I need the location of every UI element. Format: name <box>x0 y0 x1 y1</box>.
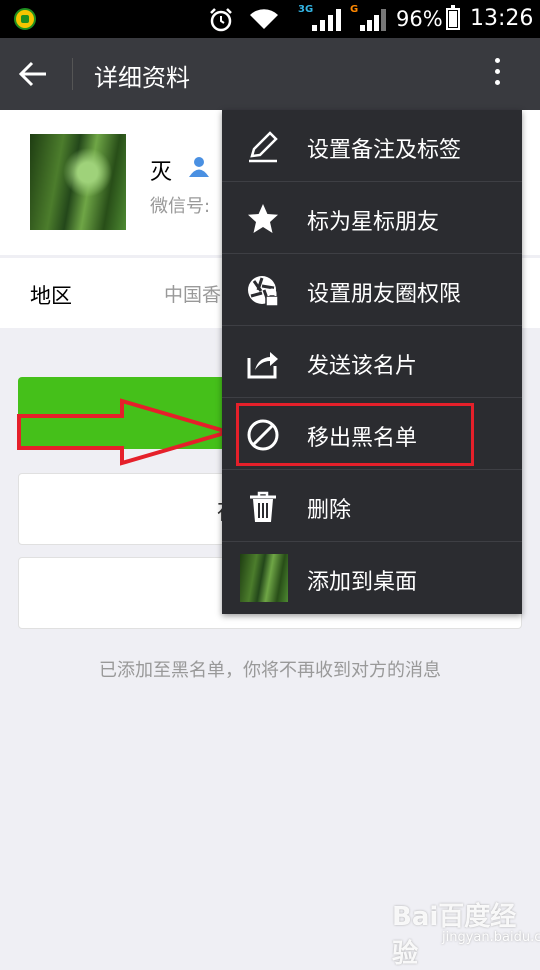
menu-item-label: 删除 <box>307 498 352 523</box>
menu-item-star[interactable]: 标为星标朋友 <box>222 182 522 254</box>
popup-menu: 设置备注及标签 标为星标朋友 设置朋友圈权限 发送该名片 移出黑名单 删除 添加… <box>222 110 522 614</box>
menu-item-label: 添加到桌面 <box>307 570 418 595</box>
arrow-left-icon[interactable] <box>18 60 48 88</box>
page-title: 详细资料 <box>94 64 190 92</box>
signal-icon <box>312 9 341 31</box>
thumbnail-icon <box>240 554 288 602</box>
status-bar: 3G G 96% 13:26 <box>0 0 540 38</box>
watermark-url: jingyan.baidu.com <box>442 930 540 945</box>
menu-item-set-remark[interactable]: 设置备注及标签 <box>222 110 522 182</box>
menu-item-delete[interactable]: 删除 <box>222 470 522 542</box>
menu-item-label: 设置备注及标签 <box>307 138 462 163</box>
annotation-arrow <box>17 398 236 466</box>
signal-icon-2 <box>360 9 386 31</box>
nickname: 灭 <box>150 160 173 185</box>
menu-item-label: 标为星标朋友 <box>307 210 440 235</box>
status-clock: 13:26 <box>470 6 534 31</box>
region-value: 中国香 <box>164 284 222 306</box>
share-icon <box>247 352 278 379</box>
trash-icon <box>250 491 276 522</box>
pencil-icon <box>249 131 278 163</box>
blacklist-note: 已添加至黑名单，你将不再收到对方的消息 <box>99 660 441 681</box>
person-icon <box>189 157 209 177</box>
region-label: 地区 <box>30 284 72 308</box>
alarm-icon <box>210 8 232 32</box>
annotation-highlight-box <box>236 403 474 466</box>
avatar[interactable] <box>30 134 126 230</box>
menu-item-moments-permission[interactable]: 设置朋友圈权限 <box>222 254 522 326</box>
wifi-icon <box>250 9 278 29</box>
menu-item-send-card[interactable]: 发送该名片 <box>222 326 522 398</box>
star-icon <box>248 204 278 233</box>
battery-icon <box>446 5 460 30</box>
network-g-label: G <box>350 4 359 15</box>
aperture-lock-icon <box>248 276 279 307</box>
more-vertical-icon[interactable] <box>490 58 504 92</box>
menu-item-label: 发送该名片 <box>307 354 418 379</box>
title-bar: 详细资料 <box>0 38 540 110</box>
title-divider <box>72 58 73 90</box>
battery-percent: 96% <box>396 7 443 31</box>
menu-item-add-to-desktop[interactable]: 添加到桌面 <box>222 542 522 614</box>
menu-item-label: 设置朋友圈权限 <box>307 282 462 307</box>
app-notification-icon <box>14 8 36 30</box>
wechat-id-label: 微信号: <box>150 196 211 217</box>
